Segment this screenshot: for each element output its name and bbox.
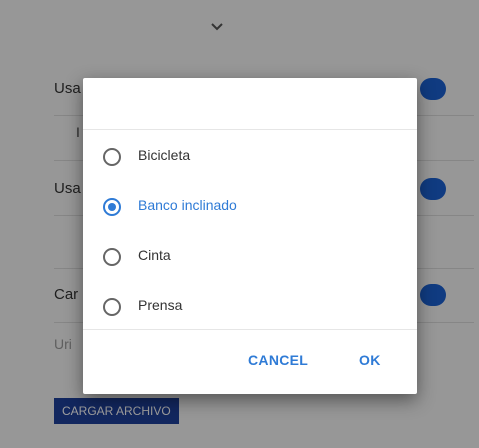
- screen: Usa I Usa Car Uri Cargar archivo Bicicle…: [0, 0, 479, 448]
- radio-dot: [108, 203, 116, 211]
- exercise-select-dialog: Bicicleta Banco inclinado Cinta Prensa C…: [83, 78, 417, 394]
- option-banco-inclinado[interactable]: Banco inclinado: [83, 182, 417, 232]
- radio-unchecked-icon[interactable]: [103, 248, 121, 266]
- option-label: Cinta: [138, 247, 171, 263]
- option-label: Bicicleta: [138, 147, 191, 163]
- radio-unchecked-icon[interactable]: [103, 148, 121, 166]
- option-cinta[interactable]: Cinta: [83, 232, 417, 282]
- dialog-top-divider: [83, 129, 417, 130]
- dialog-bottom-divider: [83, 329, 417, 330]
- radio-unchecked-icon[interactable]: [103, 298, 121, 316]
- ok-button[interactable]: OK: [359, 352, 381, 368]
- option-bicicleta[interactable]: Bicicleta: [83, 132, 417, 182]
- option-prensa[interactable]: Prensa: [83, 282, 417, 332]
- option-label: Banco inclinado: [138, 197, 237, 213]
- cancel-button[interactable]: CANCEL: [248, 352, 308, 368]
- radio-checked-icon[interactable]: [103, 198, 121, 216]
- option-label: Prensa: [138, 297, 183, 313]
